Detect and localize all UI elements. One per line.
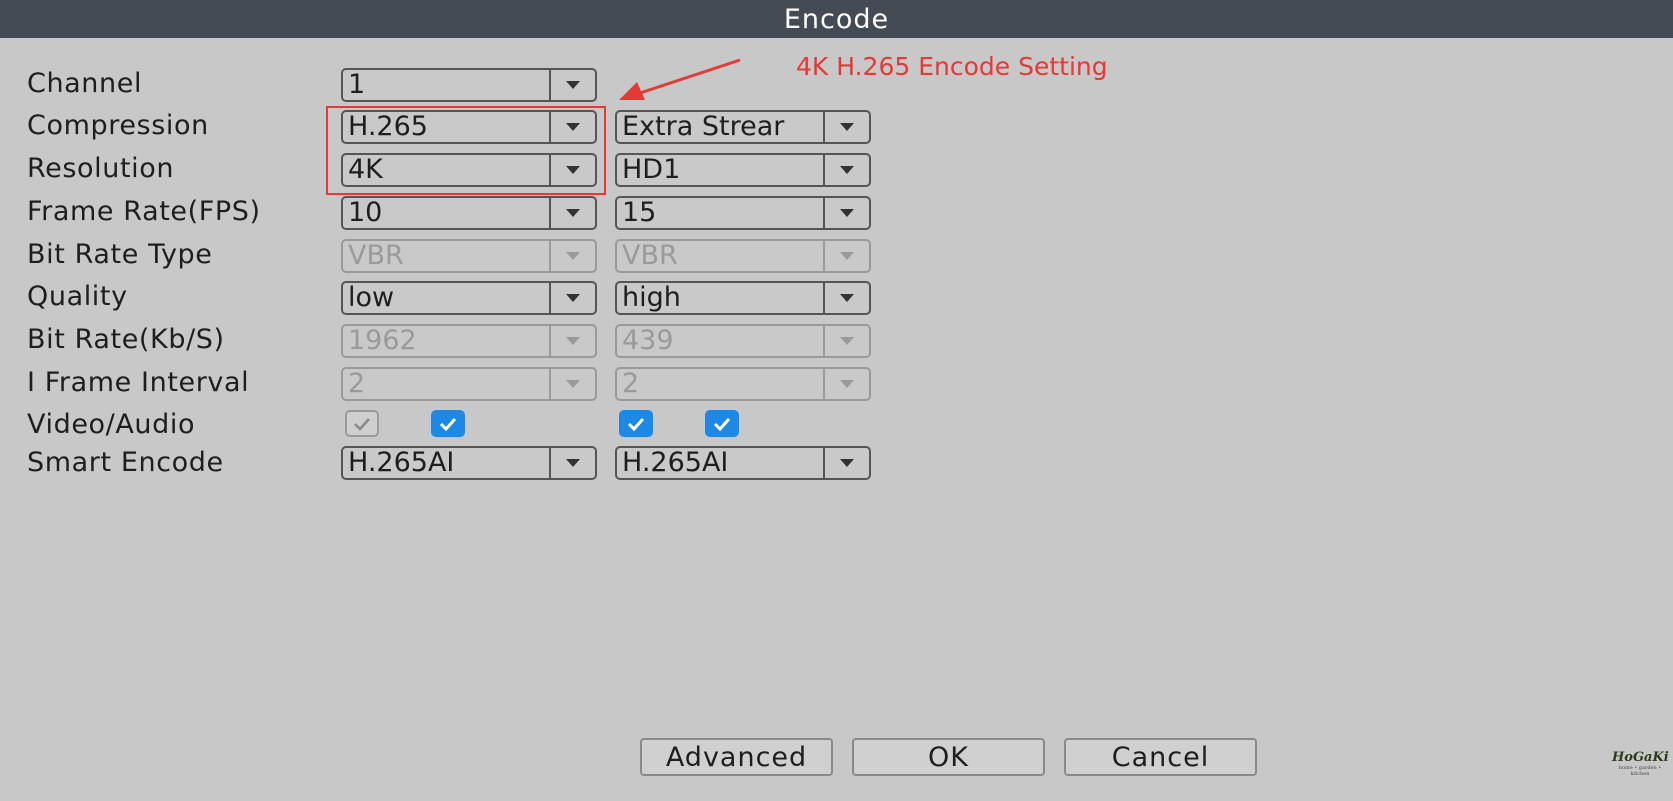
chevron-down-icon[interactable] bbox=[823, 283, 869, 313]
extra-frame-rate-value: 15 bbox=[622, 198, 657, 228]
main-bit-rate-type-value: VBR bbox=[348, 241, 404, 271]
main-bit-rate-type-select: VBR bbox=[341, 239, 597, 273]
window-title: Encode bbox=[0, 0, 1673, 38]
main-frame-rate-value: 10 bbox=[348, 198, 383, 228]
main-i-frame-interval-value: 2 bbox=[348, 369, 366, 399]
extra-resolution-select[interactable]: HD1 bbox=[615, 153, 871, 187]
ok-button[interactable]: OK bbox=[852, 738, 1045, 776]
chevron-down-icon[interactable] bbox=[549, 70, 595, 100]
extra-bit-rate-type-value: VBR bbox=[622, 241, 678, 271]
label-smart-encode: Smart Encode bbox=[27, 447, 224, 478]
label-frame-rate: Frame Rate(FPS) bbox=[27, 196, 261, 227]
label-bit-rate: Bit Rate(Kb/S) bbox=[27, 324, 225, 355]
label-i-frame-interval: I Frame Interval bbox=[27, 367, 250, 398]
main-bit-rate-select: 1962 bbox=[341, 324, 597, 358]
chevron-down-icon[interactable] bbox=[549, 198, 595, 228]
label-bit-rate-type: Bit Rate Type bbox=[27, 239, 213, 270]
extra-quality-value: high bbox=[622, 283, 681, 313]
advanced-button[interactable]: Advanced bbox=[640, 738, 833, 776]
extra-i-frame-interval-select: 2 bbox=[615, 367, 871, 401]
check-icon bbox=[439, 417, 457, 431]
main-quality-value: low bbox=[348, 283, 395, 313]
extra-smart-encode-value: H.265AI bbox=[622, 448, 729, 478]
chevron-down-icon[interactable] bbox=[549, 283, 595, 313]
chevron-down-icon bbox=[549, 326, 595, 356]
extra-bit-rate-select: 439 bbox=[615, 324, 871, 358]
extra-bit-rate-type-select: VBR bbox=[615, 239, 871, 273]
extra-bit-rate-value: 439 bbox=[622, 326, 674, 356]
cancel-button[interactable]: Cancel bbox=[1064, 738, 1257, 776]
label-compression: Compression bbox=[27, 110, 209, 141]
extra-quality-select[interactable]: high bbox=[615, 281, 871, 315]
chevron-down-icon[interactable] bbox=[549, 448, 595, 478]
chevron-down-icon[interactable] bbox=[823, 198, 869, 228]
chevron-down-icon bbox=[549, 369, 595, 399]
extra-smart-encode-select[interactable]: H.265AI bbox=[615, 446, 871, 480]
chevron-down-icon[interactable] bbox=[823, 448, 869, 478]
logo-name: HoGaKi bbox=[1612, 750, 1669, 765]
main-audio-checkbox[interactable] bbox=[431, 410, 465, 437]
logo-tagline: home • garden • kitchen bbox=[1618, 765, 1662, 777]
brand-logo: HoGaKi home • garden • kitchen bbox=[1612, 740, 1669, 788]
check-icon bbox=[627, 417, 645, 431]
highlight-box bbox=[326, 106, 606, 195]
annotation-text: 4K H.265 Encode Setting bbox=[796, 52, 1108, 81]
check-icon bbox=[713, 417, 731, 431]
label-video-audio: Video/Audio bbox=[27, 409, 196, 440]
main-bit-rate-value: 1962 bbox=[348, 326, 417, 356]
chevron-down-icon bbox=[823, 369, 869, 399]
label-quality: Quality bbox=[27, 281, 128, 312]
main-video-checkbox bbox=[345, 410, 379, 437]
channel-select[interactable]: 1 bbox=[341, 68, 597, 102]
extra-frame-rate-select[interactable]: 15 bbox=[615, 196, 871, 230]
main-i-frame-interval-select: 2 bbox=[341, 367, 597, 401]
main-quality-select[interactable]: low bbox=[341, 281, 597, 315]
chevron-down-icon[interactable] bbox=[823, 112, 869, 142]
annotation-arrow-icon bbox=[619, 58, 741, 100]
label-channel: Channel bbox=[27, 68, 143, 99]
main-smart-encode-select[interactable]: H.265AI bbox=[341, 446, 597, 480]
extra-audio-checkbox[interactable] bbox=[705, 410, 739, 437]
chevron-down-icon bbox=[823, 326, 869, 356]
chevron-down-icon[interactable] bbox=[823, 155, 869, 185]
label-resolution: Resolution bbox=[27, 153, 175, 184]
check-icon bbox=[354, 417, 370, 431]
extra-resolution-value: HD1 bbox=[622, 155, 681, 185]
main-smart-encode-value: H.265AI bbox=[348, 448, 455, 478]
chevron-down-icon bbox=[549, 241, 595, 271]
main-frame-rate-select[interactable]: 10 bbox=[341, 196, 597, 230]
channel-value: 1 bbox=[348, 70, 366, 100]
extra-i-frame-interval-value: 2 bbox=[622, 369, 640, 399]
extra-video-checkbox[interactable] bbox=[619, 410, 653, 437]
extra-compression-select[interactable]: Extra Strear bbox=[615, 110, 871, 144]
chevron-down-icon bbox=[823, 241, 869, 271]
extra-compression-value: Extra Strear bbox=[622, 112, 785, 142]
